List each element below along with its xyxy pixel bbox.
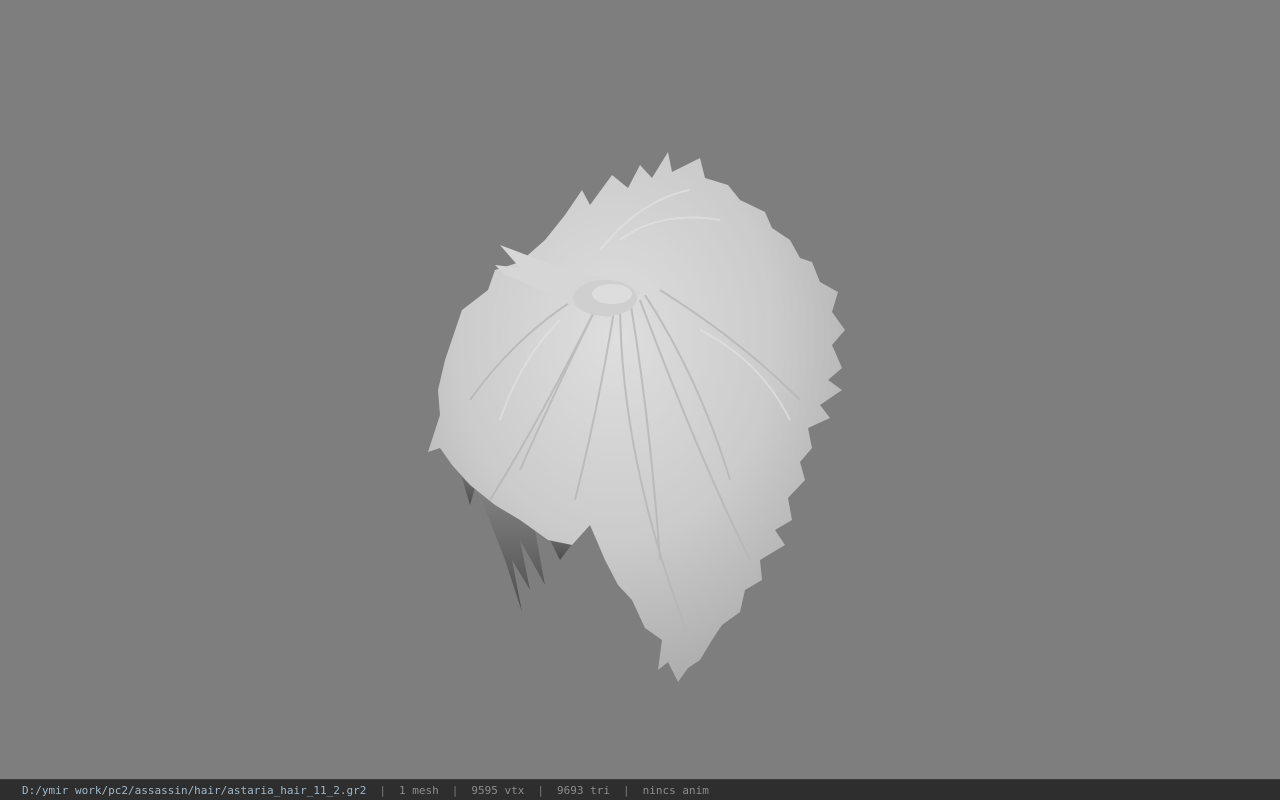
3d-viewport[interactable] (0, 0, 1280, 779)
mesh-count: 1 mesh (399, 783, 439, 797)
separator: | (451, 783, 459, 797)
separator: | (379, 783, 386, 797)
separator: | (622, 783, 630, 797)
vertex-count: 9595 vtx (471, 783, 525, 797)
hair-mass (428, 152, 845, 682)
hair-model-render (428, 152, 845, 682)
status-bar: D:/ymir work/pc2/assassin/hair/astaria_h… (0, 779, 1280, 800)
triangle-count: 9693 tri (556, 783, 610, 797)
separator: | (537, 783, 544, 797)
animation-status: nincs anim (642, 783, 709, 797)
file-path: D:/ymir work/pc2/assassin/hair/astaria_h… (22, 783, 367, 797)
